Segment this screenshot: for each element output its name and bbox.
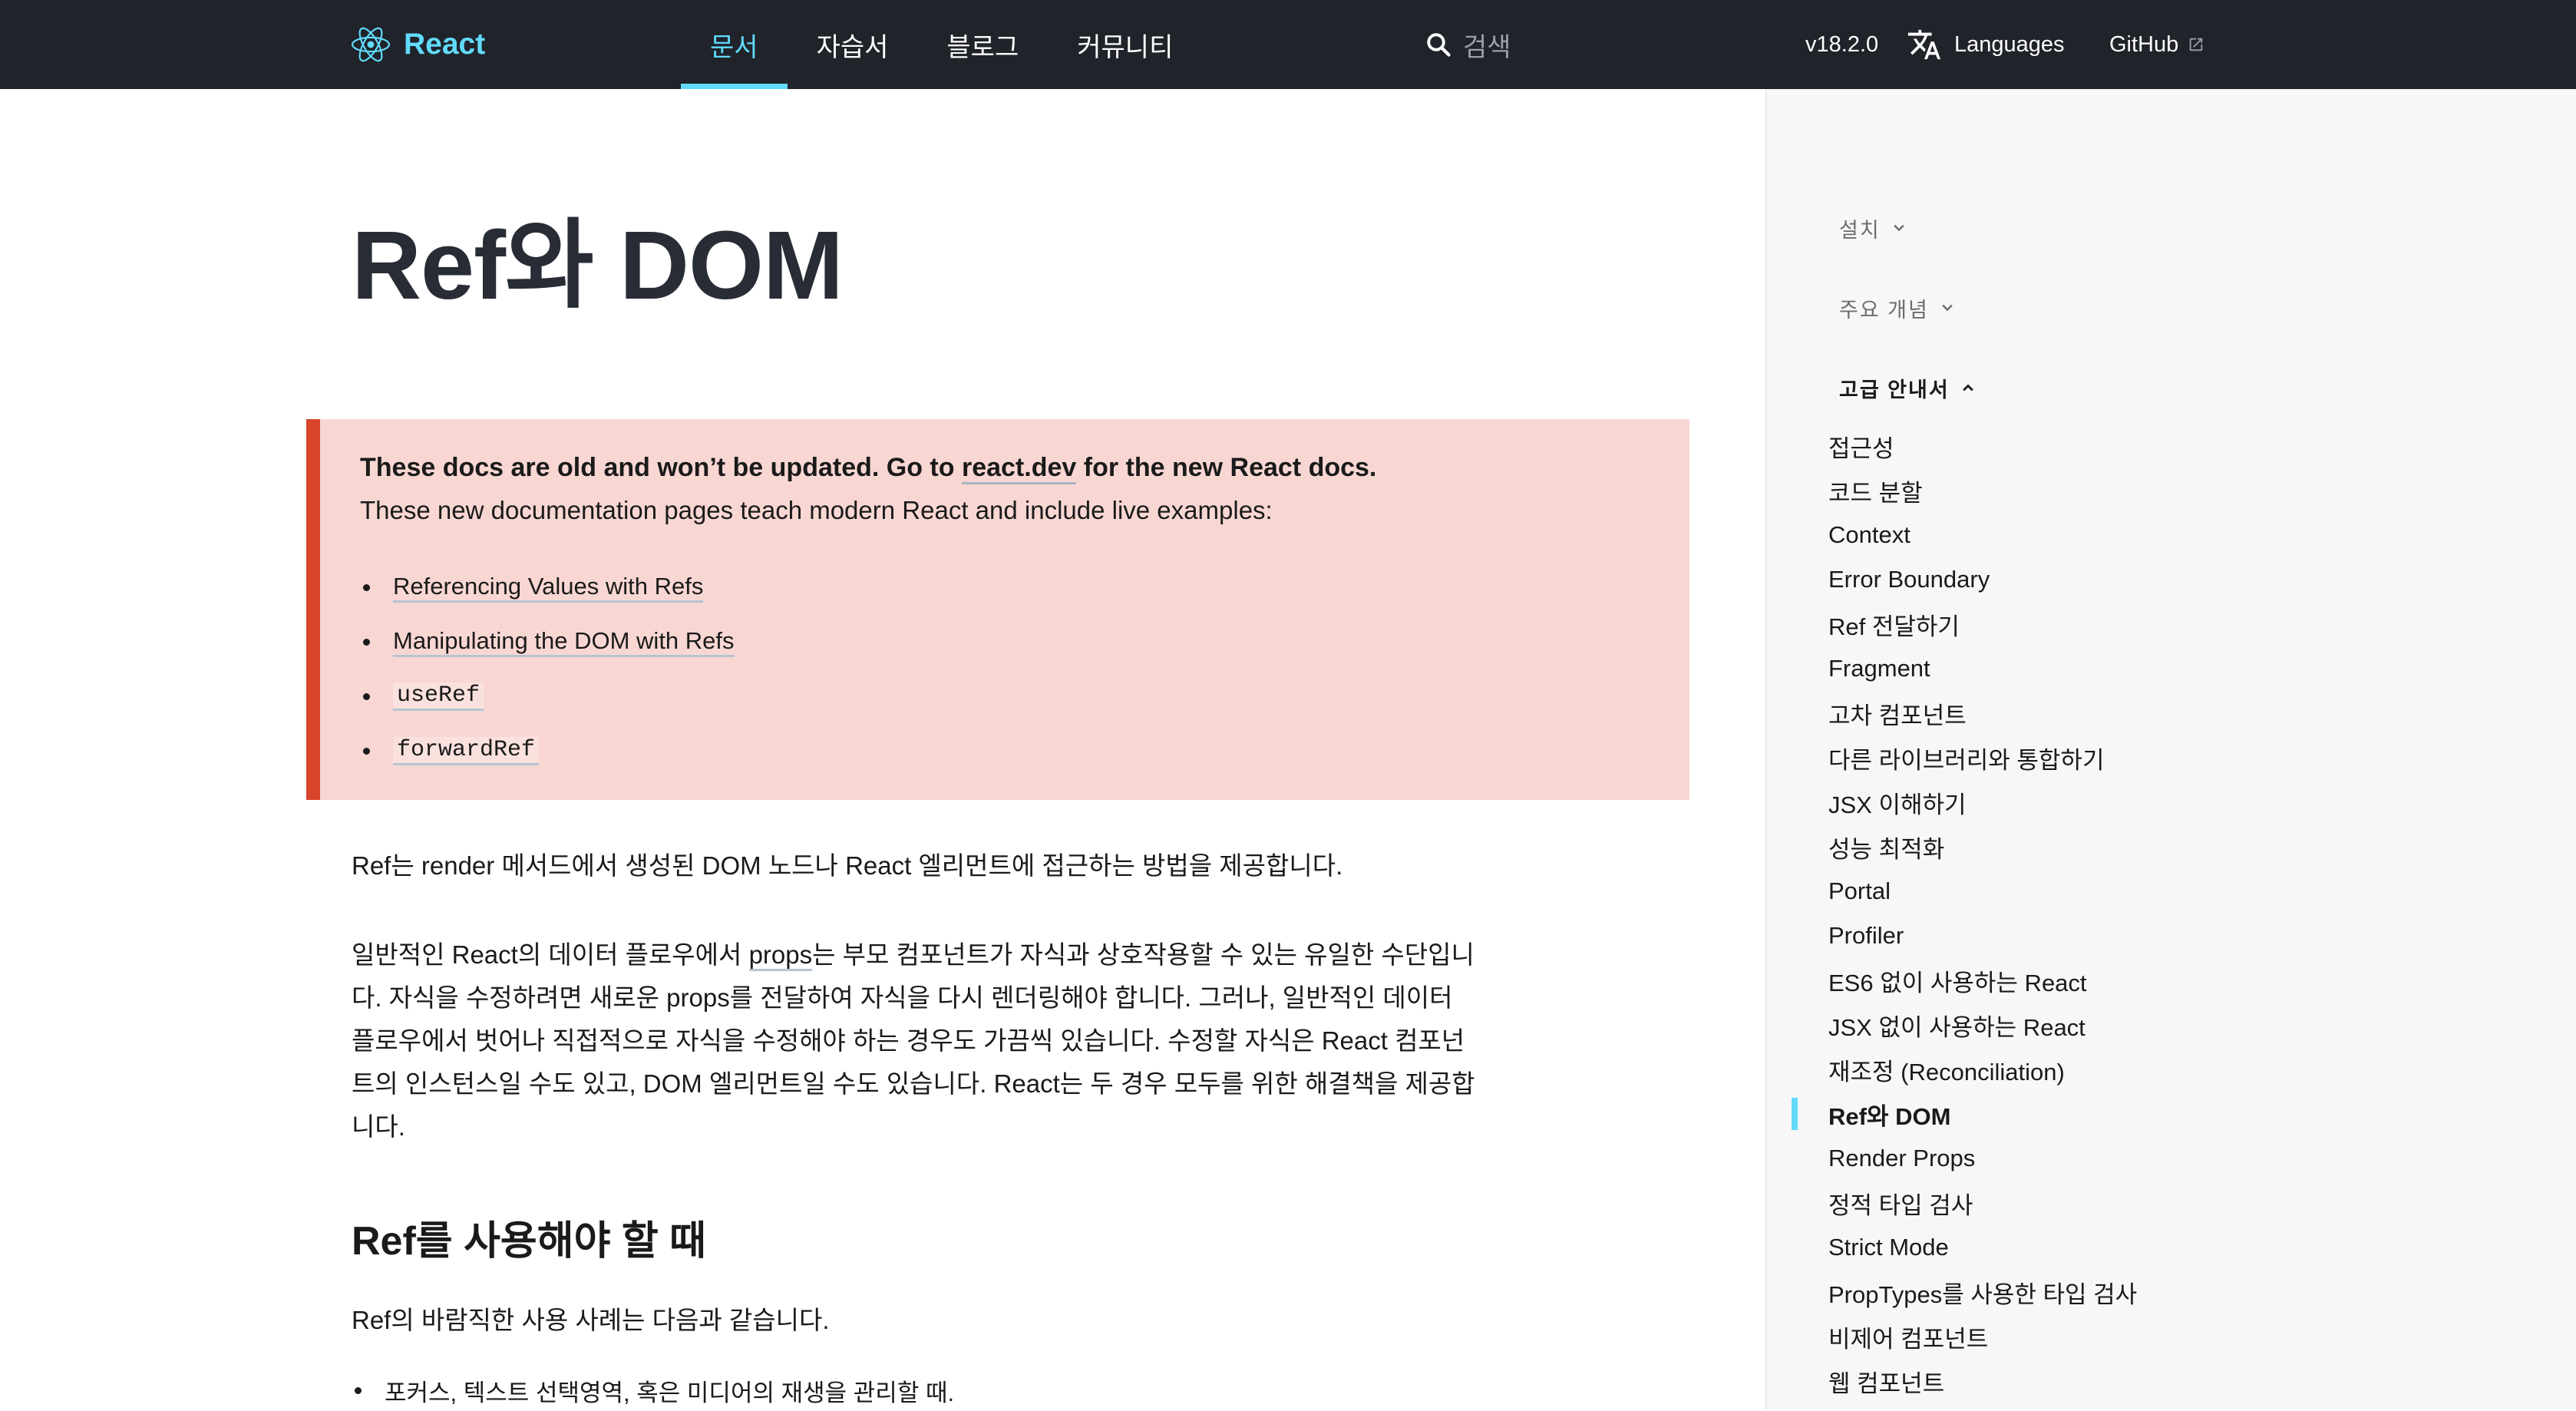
sidebar-item-proptypes[interactable]: PropTypes를 사용한 타입 검사 [1828, 1270, 2137, 1314]
sidebar-item-react-without-es6[interactable]: ES6 없이 사용하는 React [1828, 958, 2137, 1003]
sidebar-item-render-props[interactable]: Render Props [1828, 1136, 2137, 1181]
chevron-down-icon [1893, 224, 1904, 232]
section-heading: Ref를 사용해야 할 때 [352, 1219, 707, 1264]
docs-sidebar: 설치 주요 개념 고급 안내서 접근성 코드 분할 Context Error … [1765, 89, 2576, 1409]
paragraph-text: 는 부모 컴포넌트가 자식과 상호작용할 수 있는 유일한 수단입니 [812, 940, 1475, 969]
paragraph-line: 다. 자식을 수정하려면 새로운 props를 전달하여 자식을 다시 렌더링해… [352, 983, 1453, 1012]
sidebar-item-code-splitting[interactable]: 코드 분할 [1828, 468, 2137, 513]
sidebar-item-fragment[interactable]: Fragment [1828, 646, 2137, 691]
notice-subtitle: These new documentation pages teach mode… [360, 496, 1273, 524]
top-navigation-bar: React 문서 자습서 블로그 커뮤니티 검색 v18.2.0 Languag… [0, 0, 2576, 89]
list-item: forwardRef [360, 724, 735, 778]
notice-title-text: These docs are old and won’t be updated.… [360, 453, 962, 482]
sidebar-item-portal[interactable]: Portal [1828, 869, 2137, 914]
sidebar-item-reconciliation[interactable]: 재조정 (Reconciliation) [1828, 1047, 2137, 1092]
main-nav: 문서 자습서 블로그 커뮤니티 [681, 0, 1202, 89]
props-link[interactable]: props [748, 940, 813, 971]
search-box[interactable]: 검색 [1425, 23, 1511, 66]
use-case-list: 포커스, 텍스트 선택영역, 혹은 미디어의 재생을 관리할 때. [352, 1370, 954, 1411]
list-item: Referencing Values with Refs [360, 560, 735, 615]
react-dev-link[interactable]: react.dev [961, 453, 1077, 484]
sidebar-item-jsx-in-depth[interactable]: JSX 이해하기 [1828, 780, 2137, 824]
notice-link-list: Referencing Values with Refs Manipulatin… [360, 560, 735, 778]
sidebar-section-main-concepts[interactable]: 주요 개념 [1839, 289, 1955, 327]
sidebar-item-error-boundary[interactable]: Error Boundary [1828, 557, 2137, 602]
languages-label: Languages [1954, 31, 2065, 57]
sidebar-item-list: 접근성 코드 분할 Context Error Boundary Ref 전달하… [1791, 424, 2137, 1403]
brand-name: React [404, 28, 486, 61]
sidebar-item-web-components[interactable]: 웹 컴포넌트 [1828, 1359, 2137, 1403]
sidebar-item-uncontrolled-components[interactable]: 비제어 컴포넌트 [1828, 1314, 2137, 1359]
translate-icon [1907, 29, 1941, 60]
notice-title-text-end: for the new React docs. [1076, 453, 1377, 482]
nav-link-docs[interactable]: 문서 [681, 0, 788, 89]
intro-paragraph: Ref는 render 메서드에서 생성된 DOM 노드나 React 엘리먼트… [352, 851, 1343, 880]
sidebar-section-label: 설치 [1839, 218, 1881, 242]
sidebar-item-forwarding-refs[interactable]: Ref 전달하기 [1828, 602, 2137, 646]
sidebar-item-context[interactable]: Context [1828, 513, 2137, 557]
paragraph-line: 플로우에서 벗어나 직접적으로 자식을 수정해야 하는 경우도 가끔씩 있습니다… [352, 1026, 1465, 1055]
sidebar-item-refs-and-dom[interactable]: Ref와 DOM [1791, 1092, 2137, 1136]
nav-link-blog[interactable]: 블로그 [917, 0, 1048, 89]
bullet-icon [363, 639, 370, 646]
sidebar-item-react-without-jsx[interactable]: JSX 없이 사용하는 React [1828, 1003, 2137, 1047]
sidebar-item-static-type-checking[interactable]: 정적 타입 검사 [1828, 1181, 2137, 1225]
brand-link[interactable]: React [352, 18, 485, 71]
paragraph-text: 일반적인 React의 데이터 플로우에서 [352, 940, 749, 969]
list-item: 포커스, 텍스트 선택영역, 혹은 미디어의 재생을 관리할 때. [352, 1370, 954, 1411]
deprecation-notice: These docs are old and won’t be updated.… [306, 419, 1689, 800]
sidebar-section-advanced-guides[interactable]: 고급 안내서 [1839, 368, 1976, 407]
sidebar-section-label: 고급 안내서 [1839, 378, 1950, 401]
section-intro: Ref의 바람직한 사용 사례는 다음과 같습니다. [352, 1306, 830, 1334]
bullet-icon [355, 1386, 362, 1394]
external-link-icon [2190, 38, 2203, 51]
list-item: Manipulating the DOM with Refs [360, 615, 735, 669]
paragraph-line: 트의 인스턴스일 수도 있고, DOM 엘리먼트일 수도 있습니다. React… [352, 1069, 1475, 1098]
sidebar-item-integrating-libraries[interactable]: 다른 라이브러리와 통합하기 [1828, 735, 2137, 780]
manipulating-dom-link[interactable]: Manipulating the DOM with Refs [393, 627, 735, 657]
github-link[interactable]: GitHub [2109, 23, 2204, 66]
body-paragraph: 일반적인 React의 데이터 플로우에서 props는 부모 컴포넌트가 자식… [352, 934, 1475, 1148]
github-label: GitHub [2109, 31, 2179, 57]
notice-title: These docs are old and won’t be updated.… [360, 453, 1377, 484]
useref-link[interactable]: useRef [393, 682, 484, 711]
nav-link-tutorial[interactable]: 자습서 [788, 0, 918, 89]
paragraph-line: 니다. [352, 1112, 405, 1141]
sidebar-item-strict-mode[interactable]: Strict Mode [1828, 1225, 2137, 1270]
sidebar-item-optimizing-performance[interactable]: 성능 최적화 [1828, 824, 2137, 869]
bullet-icon [363, 748, 370, 755]
sidebar-item-profiler[interactable]: Profiler [1828, 914, 2137, 958]
referencing-values-link[interactable]: Referencing Values with Refs [393, 573, 704, 603]
forwardref-link[interactable]: forwardRef [393, 737, 540, 765]
version-link[interactable]: v18.2.0 [1805, 23, 1878, 66]
nav-link-community[interactable]: 커뮤니티 [1048, 0, 1202, 89]
react-logo-icon [352, 27, 390, 62]
page-title: Ref와 DOM [352, 211, 844, 319]
languages-link[interactable]: Languages [1907, 23, 2065, 66]
sidebar-section-label: 주요 개념 [1839, 298, 1929, 322]
sidebar-item-accessibility[interactable]: 접근성 [1828, 424, 2137, 468]
list-item-text: 포커스, 텍스트 선택영역, 혹은 미디어의 재생을 관리할 때. [385, 1379, 955, 1406]
chevron-down-icon [1942, 304, 1953, 312]
list-item: useRef [360, 669, 735, 724]
search-input[interactable]: 검색 [1463, 26, 1511, 64]
sidebar-section-installation[interactable]: 설치 [1839, 209, 1907, 247]
bullet-icon [363, 693, 370, 700]
paragraph-line: 일반적인 React의 데이터 플로우에서 props는 부모 컴포넌트가 자식… [352, 934, 1475, 976]
sidebar-item-higher-order-components[interactable]: 고차 컴포넌트 [1828, 691, 2137, 735]
chevron-up-icon [1962, 384, 1973, 392]
search-icon [1427, 33, 1451, 57]
bullet-icon [363, 584, 370, 591]
